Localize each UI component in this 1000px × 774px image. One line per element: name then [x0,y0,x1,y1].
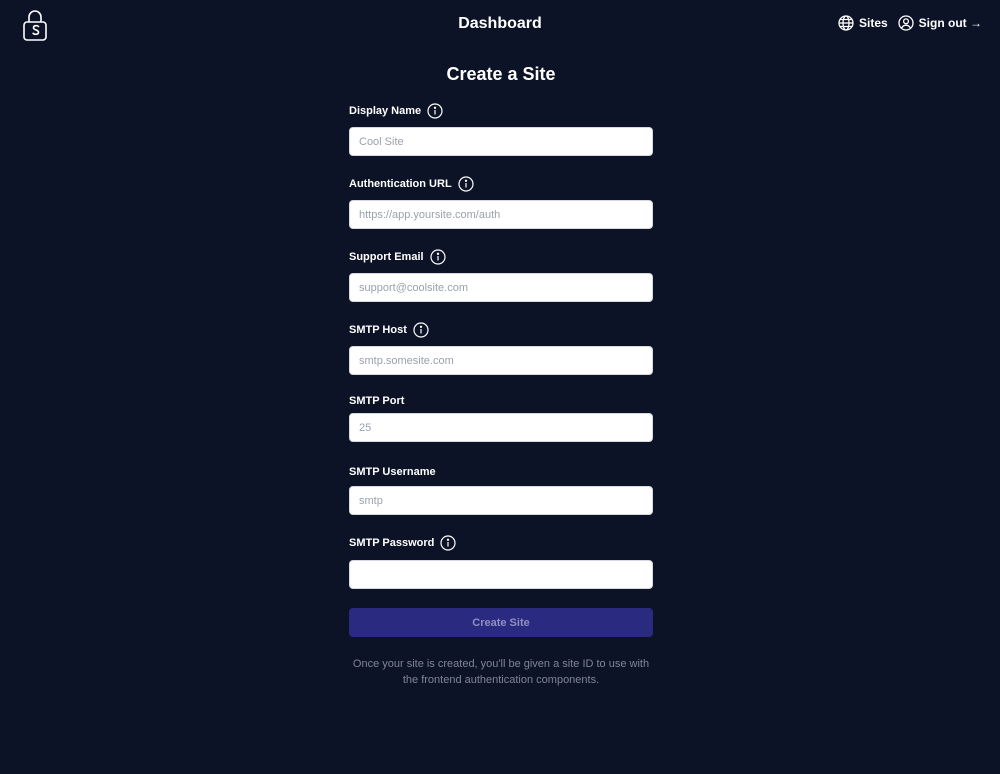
nav-links: Sites Sign out → [838,15,982,31]
info-icon[interactable] [440,535,456,551]
support-email-field: Support Email [349,247,653,302]
globe-icon [838,15,854,31]
display-name-input[interactable] [349,127,653,156]
user-circle-icon [898,15,914,31]
smtp-username-label: SMTP Username [349,466,436,478]
smtp-host-input[interactable] [349,346,653,375]
create-site-button[interactable]: Create Site [349,608,653,637]
info-icon[interactable] [458,176,474,192]
info-icon[interactable] [427,103,443,119]
sites-link[interactable]: Sites [838,15,888,31]
padlock-s-logo-icon[interactable] [22,9,48,41]
signout-label: Sign out → [918,16,982,30]
helper-text: Once your site is created, you'll be giv… [349,656,653,688]
smtp-password-label: SMTP Password [349,537,435,549]
display-name-label: Display Name [349,105,422,117]
helper-text-line-1: Once your site is created, you'll be giv… [352,658,650,670]
support-email-input[interactable] [349,273,653,302]
create-site-form: Create a Site Display Name Authenticatio… [349,61,653,688]
smtp-host-field: SMTP Host [349,320,653,375]
auth-url-field: Authentication URL [349,174,653,229]
page: Dashboard Sites Sign out → Create a Site… [0,0,1000,774]
smtp-port-input[interactable] [349,413,653,442]
smtp-password-input[interactable] [349,560,653,589]
navbar: Dashboard Sites Sign out → [0,0,1000,52]
form-title: Create a Site [446,64,556,84]
signout-link[interactable]: Sign out → [898,15,982,31]
info-icon[interactable] [429,249,446,265]
sites-label: Sites [858,16,888,30]
display-name-field: Display Name [349,101,653,156]
support-email-label: Support Email [349,251,424,263]
smtp-username-field: SMTP Username [349,462,653,515]
smtp-port-label: SMTP Port [349,395,405,407]
smtp-password-field: SMTP Password [349,533,653,589]
smtp-username-input[interactable] [349,486,653,515]
smtp-port-field: SMTP Port [349,391,653,442]
smtp-host-label: SMTP Host [349,324,407,336]
helper-text-line-2: the frontend authentication components. [402,674,600,686]
auth-url-input[interactable] [349,200,653,229]
info-icon[interactable] [413,322,429,338]
auth-url-label: Authentication URL [349,178,452,190]
